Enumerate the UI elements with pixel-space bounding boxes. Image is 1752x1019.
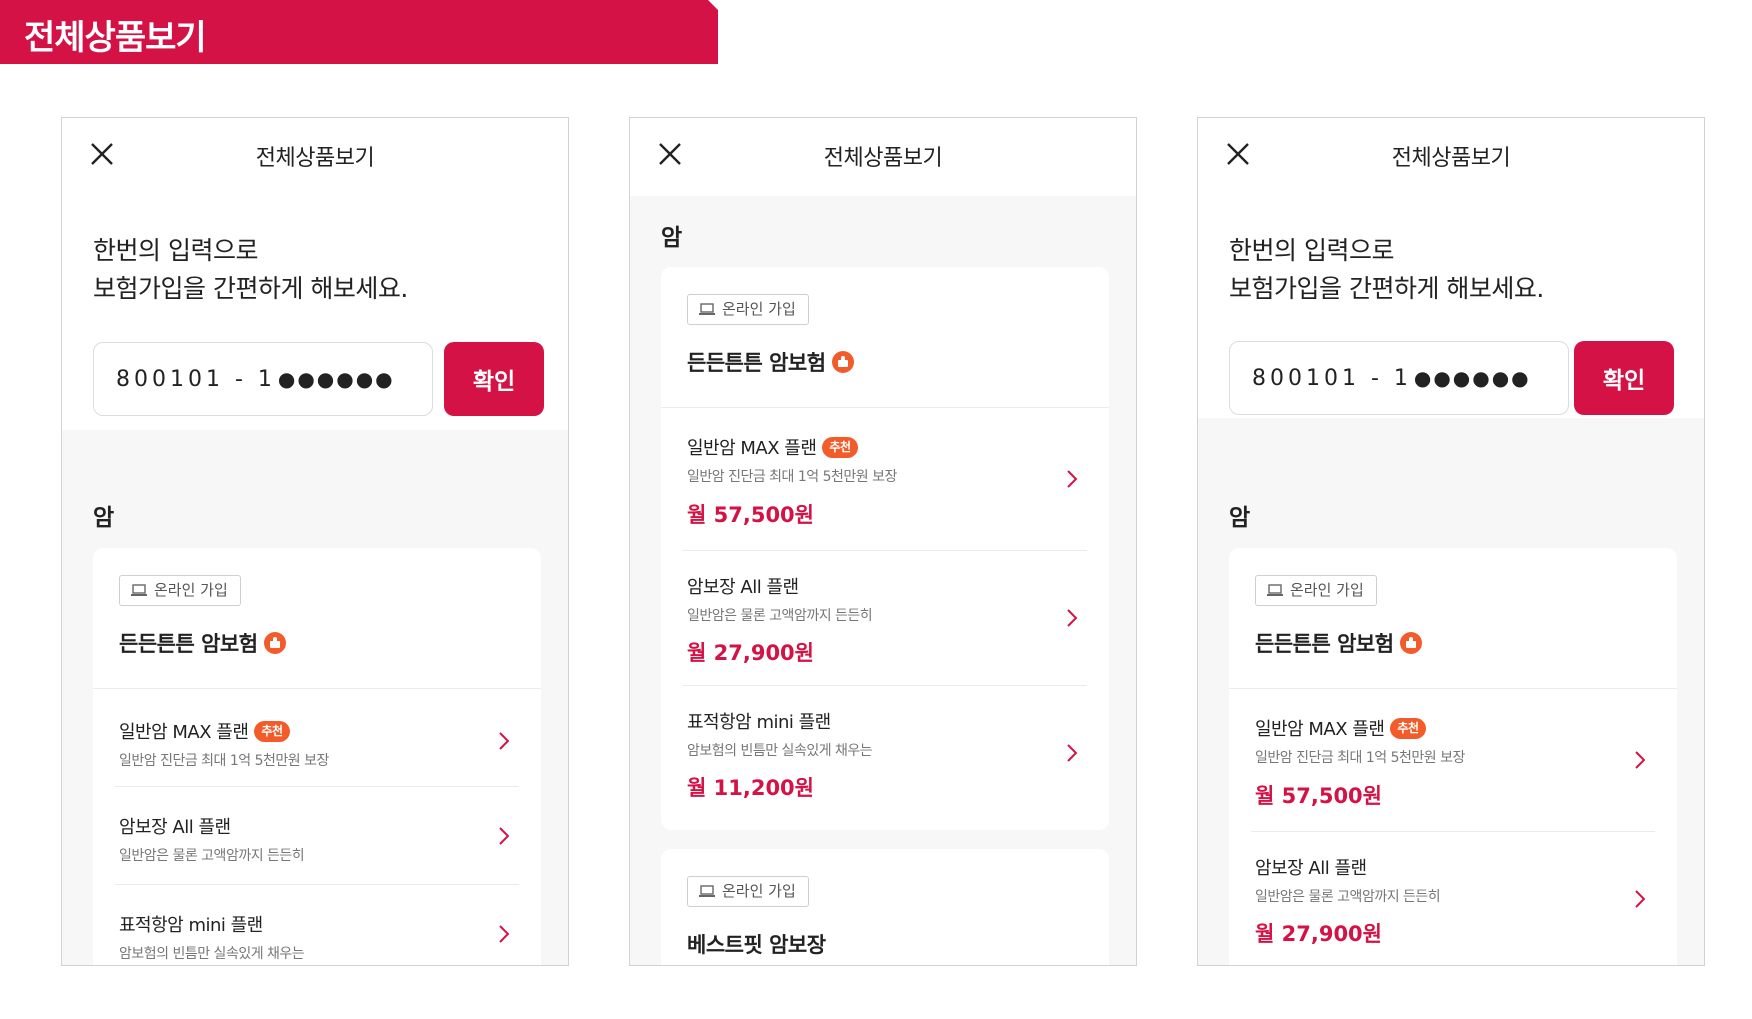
screen-input-state: 전체상품보기 한번의 입력으로 보험가입을 간편하게 해보세요. 800101 … <box>61 117 569 966</box>
section-banner: 전체상품보기 <box>0 0 718 64</box>
plan-desc: 암보험의 빈틈만 실속있게 채우는 <box>687 743 873 759</box>
online-join-badge: 온라인 가입 <box>119 575 241 606</box>
product-card-header: 온라인 가입 든든튼튼 암보험 <box>661 267 1109 408</box>
id-front-value: 800101 - 1 <box>1252 365 1412 391</box>
chevron-right-icon <box>499 732 509 750</box>
online-join-badge: 온라인 가입 <box>687 294 809 325</box>
product-name[interactable]: 든든튼튼 암보험 <box>119 628 286 658</box>
chevron-right-icon <box>499 925 509 943</box>
recommend-badge: 추천 <box>1390 717 1426 739</box>
category-title: 암 <box>93 505 115 531</box>
product-name[interactable]: 든든튼튼 암보험 <box>687 347 854 377</box>
recommend-badge: 추천 <box>822 436 858 458</box>
online-join-badge: 온라인 가입 <box>687 876 809 907</box>
plan-desc: 일반암은 물론 고액암까지 든든히 <box>1255 889 1441 905</box>
laptop-icon <box>699 303 715 315</box>
plan-desc: 일반암은 물론 고액암까지 든든히 <box>687 608 873 624</box>
hero-text: 한번의 입력으로 보험가입을 간편하게 해보세요. <box>93 232 408 308</box>
screen-scrolled-list: 전체상품보기 암 온라인 가입 든든튼튼 암보험 일반암 MAX 플랜 추천 일반… <box>629 117 1137 966</box>
plan-item[interactable]: 일반암 MAX 플랜 추천 일반암 진단금 최대 1억 5천만원 보장 월 57,… <box>1251 689 1655 832</box>
chevron-right-icon <box>499 827 509 845</box>
plan-item[interactable]: 일반암 MAX 플랜 추천 일반암 진단금 최대 1억 5천만원 보장 <box>115 689 519 787</box>
id-masked-value: ●●●●●● <box>1413 366 1531 390</box>
resident-number-input[interactable]: 800101 - 1 ●●●●●● <box>93 342 433 416</box>
chevron-right-icon <box>1067 744 1077 762</box>
id-front-value: 800101 - 1 <box>116 366 276 392</box>
plan-desc: 일반암 진단금 최대 1억 5천만원 보장 <box>119 753 329 769</box>
plan-price: 월 27,900원 <box>687 641 814 665</box>
hero-line-2: 보험가입을 간편하게 해보세요. <box>1229 274 1544 303</box>
product-name[interactable]: 베스트핏 암보장 <box>687 929 826 959</box>
plan-price: 월 57,500원 <box>687 503 814 527</box>
category-title: 암 <box>661 225 683 251</box>
chevron-right-icon <box>1635 751 1645 769</box>
plan-item[interactable]: 암보장 All 플랜 일반암은 물론 고액암까지 든든히 <box>115 787 519 885</box>
hero-line-1: 한번의 입력으로 <box>93 236 258 265</box>
banner-title: 전체상품보기 <box>24 18 207 58</box>
plan-item[interactable]: 암보장 All 플랜 일반암은 물론 고액암까지 든든히 월 27,900원 <box>1251 832 1655 965</box>
laptop-icon <box>1267 584 1283 596</box>
plan-item[interactable]: 일반암 MAX 플랜 추천 일반암 진단금 최대 1억 5천만원 보장 월 57,… <box>683 408 1087 551</box>
hero-line-1: 한번의 입력으로 <box>1229 236 1394 265</box>
product-card-header: 온라인 가입 든든튼튼 암보험 <box>1229 548 1677 689</box>
id-masked-value: ●●●●●● <box>277 367 395 391</box>
thumbs-up-icon <box>831 351 854 373</box>
plan-item[interactable]: 표적항암 mini 플랜 암보험의 빈틈만 실속있게 채우는 <box>115 885 519 965</box>
top-bar: 전체상품보기 <box>630 118 1136 196</box>
page-title: 전체상품보기 <box>255 146 375 171</box>
chevron-right-icon <box>1635 890 1645 908</box>
confirm-button[interactable]: 확인 <box>444 342 544 416</box>
product-card-header: 온라인 가입 든든튼튼 암보험 <box>93 548 541 689</box>
page-title: 전체상품보기 <box>1391 146 1511 171</box>
plan-desc: 암보험의 빈틈만 실속있게 채우는 <box>119 946 305 962</box>
thumbs-up-icon <box>1399 632 1422 654</box>
screen-price-state: 전체상품보기 한번의 입력으로 보험가입을 간편하게 해보세요. 800101 … <box>1197 117 1705 966</box>
recommend-badge: 추천 <box>254 720 290 742</box>
resident-number-section: 한번의 입력으로 보험가입을 간편하게 해보세요. 800101 - 1 ●●●… <box>1198 196 1704 418</box>
plan-price: 월 11,200원 <box>687 776 814 800</box>
hero-line-2: 보험가입을 간편하게 해보세요. <box>93 274 408 303</box>
confirm-button[interactable]: 확인 <box>1574 341 1674 415</box>
page-title: 전체상품보기 <box>823 146 943 171</box>
plan-desc: 일반암 진단금 최대 1억 5천만원 보장 <box>687 469 897 485</box>
chevron-right-icon <box>1067 470 1077 488</box>
product-card: 온라인 가입 베스트핏 암보장 <box>661 849 1109 965</box>
product-card-header: 온라인 가입 베스트핏 암보장 <box>661 849 1109 965</box>
plan-item[interactable]: 암보장 All 플랜 일반암은 물론 고액암까지 든든히 월 27,900원 <box>683 551 1087 686</box>
plan-desc: 일반암 진단금 최대 1억 5천만원 보장 <box>1255 750 1465 766</box>
top-bar: 전체상품보기 <box>62 118 568 196</box>
product-card: 온라인 가입 든든튼튼 암보험 일반암 MAX 플랜 추천 일반암 진단금 최대 … <box>1229 548 1677 965</box>
plan-item[interactable]: 표적항암 mini 플랜 암보험의 빈틈만 실속있게 채우는 월 11,200원 <box>683 686 1087 830</box>
laptop-icon <box>699 885 715 897</box>
plan-desc: 일반암은 물론 고액암까지 든든히 <box>119 848 305 864</box>
chevron-right-icon <box>1067 609 1077 627</box>
plan-price: 월 57,500원 <box>1255 784 1382 808</box>
top-bar: 전체상품보기 <box>1198 118 1704 196</box>
laptop-icon <box>131 584 147 596</box>
resident-number-section: 한번의 입력으로 보험가입을 간편하게 해보세요. 800101 - 1 ●●●… <box>62 196 568 430</box>
thumbs-up-icon <box>263 632 286 654</box>
plan-price: 월 27,900원 <box>1255 922 1382 946</box>
product-name[interactable]: 든든튼튼 암보험 <box>1255 628 1422 658</box>
hero-text: 한번의 입력으로 보험가입을 간편하게 해보세요. <box>1229 232 1544 308</box>
product-card: 온라인 가입 든든튼튼 암보험 일반암 MAX 플랜 추천 일반암 진단금 최대 … <box>661 267 1109 830</box>
product-card: 온라인 가입 든든튼튼 암보험 일반암 MAX 플랜 추천 일반암 진단금 최대 … <box>93 548 541 965</box>
online-join-badge: 온라인 가입 <box>1255 575 1377 606</box>
category-title: 암 <box>1229 505 1251 531</box>
resident-number-input[interactable]: 800101 - 1 ●●●●●● <box>1229 341 1569 415</box>
